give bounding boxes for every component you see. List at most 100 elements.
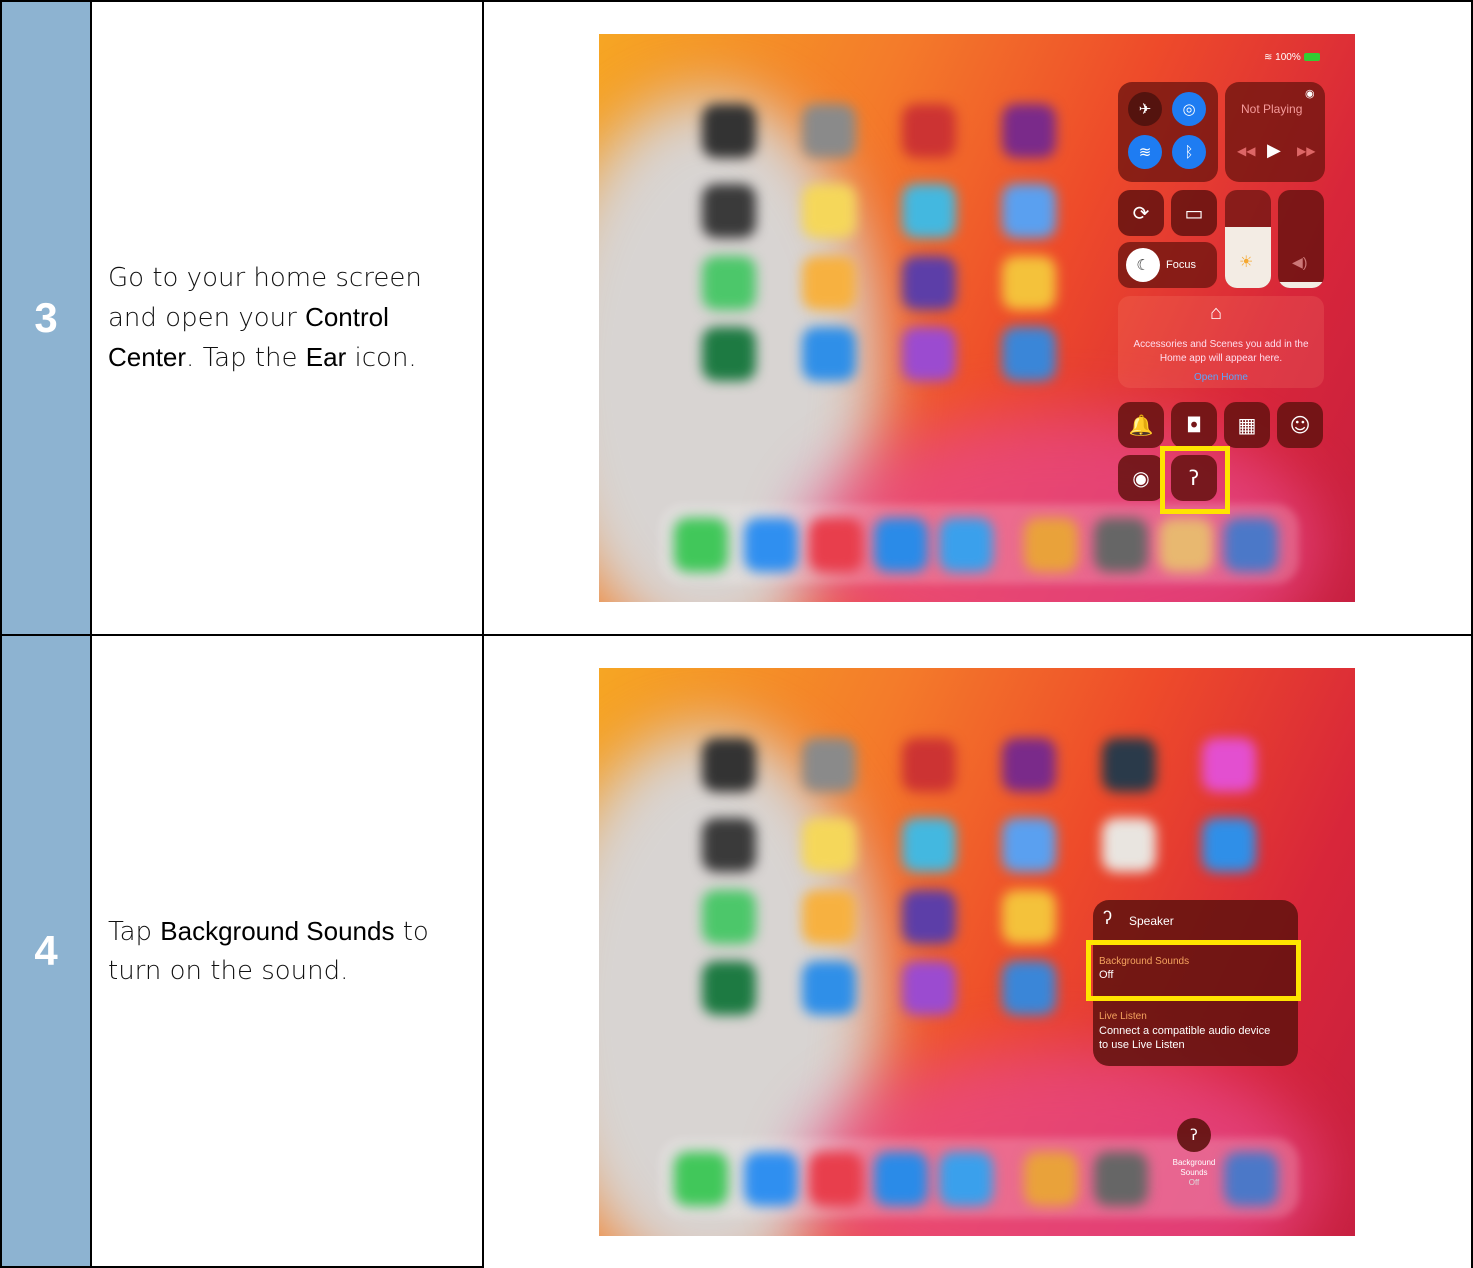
battery-percent: 100% bbox=[1275, 52, 1301, 63]
airplane-mode-icon[interactable]: ✈ bbox=[1128, 92, 1162, 126]
dock-icon[interactable] bbox=[1094, 518, 1148, 572]
camera-icon[interactable]: ◘ bbox=[1171, 402, 1217, 448]
volume-fill bbox=[1278, 282, 1324, 288]
app-icon[interactable] bbox=[1102, 818, 1156, 872]
app-icon[interactable] bbox=[702, 104, 756, 158]
app-icon[interactable] bbox=[902, 327, 956, 381]
app-icon[interactable] bbox=[1002, 961, 1056, 1015]
caption-state: Off bbox=[1188, 1178, 1200, 1187]
app-icon[interactable] bbox=[902, 256, 956, 310]
speaker-icon: ◀) bbox=[1292, 254, 1308, 270]
home-icon: ⌂ bbox=[1210, 302, 1223, 324]
background-sounds-caption: Background Sounds Off bbox=[1159, 1158, 1229, 1188]
app-icon[interactable] bbox=[802, 327, 856, 381]
dock-icon[interactable] bbox=[674, 518, 728, 572]
app-icon[interactable] bbox=[702, 818, 756, 872]
app-icon[interactable] bbox=[802, 184, 856, 238]
airplay-icon[interactable]: ◉ bbox=[1305, 87, 1315, 100]
app-icon[interactable] bbox=[1002, 104, 1056, 158]
app-icon[interactable] bbox=[902, 184, 956, 238]
play-icon[interactable]: ▶ bbox=[1267, 140, 1281, 161]
app-icon[interactable] bbox=[902, 104, 956, 158]
dock-icon[interactable] bbox=[1159, 518, 1213, 572]
home-message: Accessories and Scenes you add in the Ho… bbox=[1133, 339, 1309, 364]
app-icon[interactable] bbox=[1002, 738, 1056, 792]
app-icon[interactable] bbox=[802, 961, 856, 1015]
dock-icon[interactable] bbox=[939, 1152, 993, 1206]
dock-icon[interactable] bbox=[874, 1152, 928, 1206]
app-icon[interactable] bbox=[702, 256, 756, 310]
live-listen-label[interactable]: Live Listen bbox=[1099, 1011, 1147, 1022]
app-icon[interactable] bbox=[1002, 184, 1056, 238]
app-icon[interactable] bbox=[1202, 738, 1256, 792]
bluetooth-icon[interactable]: ᛒ bbox=[1172, 135, 1206, 169]
orientation-lock-icon[interactable]: ⟳ bbox=[1118, 190, 1164, 236]
qr-code-icon[interactable]: ▦ bbox=[1224, 402, 1270, 448]
open-home-link[interactable]: Open Home bbox=[1126, 372, 1316, 383]
status-bar: ≋ 100% bbox=[1264, 52, 1320, 63]
screen-record-icon[interactable]: ◉ bbox=[1118, 455, 1164, 501]
step-row-4: 4 Tap Background Sounds to turn on the s… bbox=[0, 634, 1473, 1268]
app-icon[interactable] bbox=[702, 738, 756, 792]
live-listen-description: Connect a compatible audio device to use… bbox=[1099, 1025, 1271, 1051]
dock-icon[interactable] bbox=[1224, 518, 1278, 572]
app-icon[interactable] bbox=[1002, 256, 1056, 310]
step-instructions: Tap Background Sounds to turn on the sou… bbox=[92, 634, 484, 1268]
ear-highlight bbox=[1160, 446, 1230, 514]
step-number: 3 bbox=[0, 0, 92, 636]
app-icon[interactable] bbox=[802, 104, 856, 158]
screenshot-cell: ≋ 100% ✈ ◎ ≋ ᛒ Not Playing ◉ ◀◀ ▶ ▶▶ ⟳ ▭… bbox=[484, 0, 1473, 636]
dock-icon[interactable] bbox=[1024, 518, 1078, 572]
dock-icon[interactable] bbox=[674, 1152, 728, 1206]
app-icon[interactable] bbox=[902, 738, 956, 792]
ipad-screenshot: ʔ Speaker Background Sounds Off Live Lis… bbox=[599, 668, 1355, 1236]
app-icon[interactable] bbox=[902, 818, 956, 872]
app-icon[interactable] bbox=[702, 327, 756, 381]
background-sounds-icon[interactable]: ʔ bbox=[1177, 1118, 1211, 1152]
app-icon[interactable] bbox=[802, 256, 856, 310]
dock-icon[interactable] bbox=[1224, 1152, 1278, 1206]
step-row-3: 3 Go to your home screen and open your C… bbox=[0, 0, 1473, 636]
dock-icon[interactable] bbox=[1024, 1152, 1078, 1206]
ear-icon: ʔ bbox=[1103, 908, 1112, 928]
dock-icon[interactable] bbox=[1094, 1152, 1148, 1206]
instruction-text: Go to your home screen and open your Con… bbox=[108, 262, 422, 373]
app-icon[interactable] bbox=[1002, 890, 1056, 944]
dock-icon[interactable] bbox=[939, 518, 993, 572]
app-icon[interactable] bbox=[802, 818, 856, 872]
background-sounds-highlight bbox=[1086, 940, 1301, 1001]
speaker-label: Speaker bbox=[1129, 914, 1174, 928]
app-icon[interactable] bbox=[702, 961, 756, 1015]
volume-slider[interactable]: ◀) bbox=[1278, 190, 1324, 288]
app-icon[interactable] bbox=[702, 184, 756, 238]
wifi-toggle-icon[interactable]: ≋ bbox=[1128, 135, 1162, 169]
app-icon[interactable] bbox=[1102, 738, 1156, 792]
dock-icon[interactable] bbox=[744, 1152, 798, 1206]
app-icon[interactable] bbox=[1002, 327, 1056, 381]
dock-icon[interactable] bbox=[744, 518, 798, 572]
focus-button[interactable]: ☾ Focus bbox=[1118, 242, 1217, 288]
screenshot-cell: ʔ Speaker Background Sounds Off Live Lis… bbox=[484, 634, 1473, 1268]
airdrop-icon[interactable]: ◎ bbox=[1172, 92, 1206, 126]
step-instructions: Go to your home screen and open your Con… bbox=[92, 0, 484, 636]
app-icon[interactable] bbox=[1002, 818, 1056, 872]
app-icon[interactable] bbox=[1202, 818, 1256, 872]
rewind-icon[interactable]: ◀◀ bbox=[1237, 144, 1255, 158]
app-icon[interactable] bbox=[702, 890, 756, 944]
brightness-slider[interactable]: ☀ bbox=[1225, 190, 1271, 288]
app-icon[interactable] bbox=[802, 738, 856, 792]
bell-icon[interactable]: 🔔 bbox=[1118, 402, 1164, 448]
app-icon[interactable] bbox=[902, 961, 956, 1015]
dock-icon[interactable] bbox=[874, 518, 928, 572]
focus-label: Focus bbox=[1166, 259, 1196, 271]
accessibility-icon[interactable]: ☺ bbox=[1277, 402, 1323, 448]
dock-icon[interactable] bbox=[809, 518, 863, 572]
moon-icon: ☾ bbox=[1126, 248, 1160, 282]
app-icon[interactable] bbox=[802, 890, 856, 944]
fast-forward-icon[interactable]: ▶▶ bbox=[1297, 144, 1315, 158]
caption-line: Sounds bbox=[1180, 1168, 1208, 1177]
dock-icon[interactable] bbox=[809, 1152, 863, 1206]
screen-mirroring-icon[interactable]: ▭ bbox=[1171, 190, 1217, 236]
app-icon[interactable] bbox=[902, 890, 956, 944]
instruction-table: 3 Go to your home screen and open your C… bbox=[0, 0, 1473, 1268]
